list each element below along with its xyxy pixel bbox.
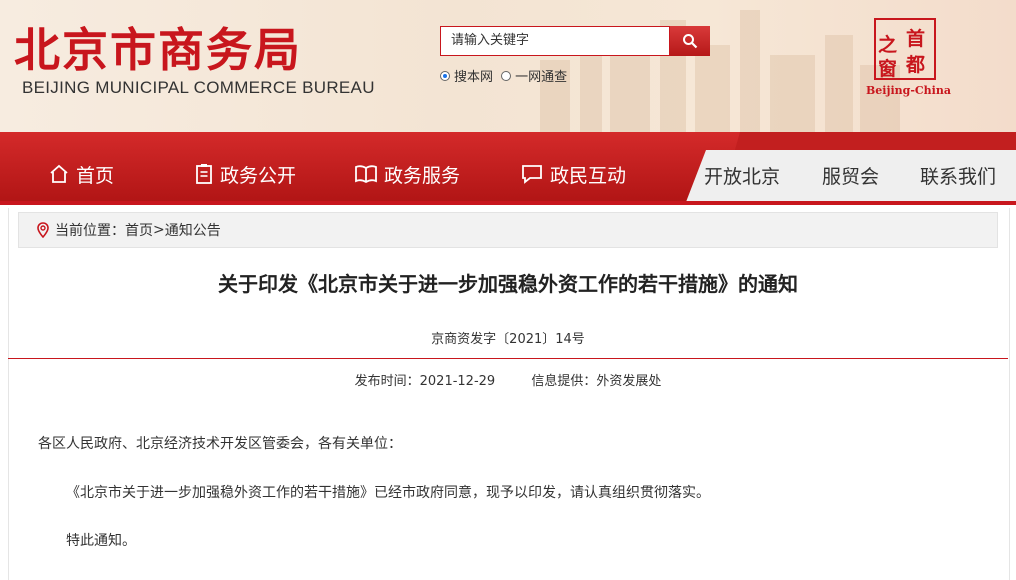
search-button[interactable] (670, 26, 710, 56)
nav-underline (0, 201, 1016, 205)
site-header: 北京市商务局 BEIJING MUNICIPAL COMMERCE BUREAU… (0, 0, 1016, 132)
nav-contact-us[interactable]: 联系我们 (920, 162, 996, 189)
search-icon (683, 34, 698, 49)
skyline-decoration (540, 10, 900, 132)
scope-site-radio[interactable]: 搜本网 (440, 66, 493, 85)
clipboard-icon (196, 164, 212, 184)
nav-gov-affairs[interactable]: 政务公开 (194, 154, 296, 194)
scope-all-label: 一网通查 (515, 70, 568, 85)
article-meta: 发布时间：2021-12-29 信息提供：外资发展处 (0, 370, 1016, 389)
badge-char: 首 (906, 28, 926, 50)
breadcrumb-separator: > (153, 222, 165, 238)
breadcrumb-home[interactable]: 首页 (125, 220, 153, 240)
article-paragraph: 《北京市关于进一步加强稳外资工作的若干措施》已经市政府同意，现予以印发，请认真组… (66, 485, 710, 501)
content-panel (8, 208, 1010, 580)
breadcrumb-prefix: 当前位置： (55, 223, 125, 239)
nav-gov-services-label: 政务服务 (384, 164, 461, 187)
badge-char: 之 (878, 34, 898, 56)
book-icon (355, 165, 377, 184)
nav-interaction[interactable]: 政民互动 (520, 154, 626, 194)
badge-char: 窗 (878, 58, 898, 80)
capital-window-badge[interactable]: 首 都 之 窗 Beijing-China (866, 18, 951, 100)
article-title: 关于印发《北京市关于进一步加强稳外资工作的若干措施》的通知 (218, 272, 798, 296)
nav-gov-services[interactable]: 政务服务 (354, 154, 460, 194)
breadcrumb-current[interactable]: 通知公告 (165, 220, 221, 240)
nav-gov-affairs-label: 政务公开 (220, 164, 297, 187)
location-pin-icon (37, 222, 49, 238)
article-paragraph: 特此通知。 (66, 533, 136, 549)
nav-ciftis[interactable]: 服贸会 (822, 162, 879, 189)
nav-open-beijing[interactable]: 开放北京 (704, 162, 780, 189)
title-divider (8, 358, 1008, 359)
nav-home-label: 首页 (76, 164, 115, 187)
nav-interaction-label: 政民互动 (550, 164, 627, 187)
scope-all-radio[interactable]: 一网通查 (501, 66, 567, 85)
search-input[interactable]: 请输入关键字 (440, 26, 670, 56)
badge-char: 都 (906, 54, 926, 76)
scope-site-label: 搜本网 (454, 70, 494, 85)
main-nav: 首页 政务公开 政务服务 政民互动 开放北京 服贸会 联系我们 (0, 132, 1016, 202)
info-source: 信息提供：外资发展处 (531, 374, 662, 389)
site-logo-cn[interactable]: 北京市商务局 (14, 14, 302, 80)
search-scope: 搜本网 一网通查 (440, 66, 571, 85)
chat-icon (522, 165, 542, 184)
home-icon (50, 164, 68, 183)
breadcrumb: 当前位置： 首页 > 通知公告 (18, 212, 998, 248)
radio-selected-icon (440, 70, 450, 81)
site-logo-en: BEIJING MUNICIPAL COMMERCE BUREAU (22, 78, 375, 97)
badge-en: Beijing-China (866, 84, 951, 97)
nav-home[interactable]: 首页 (48, 154, 114, 194)
publish-date: 发布时间：2021-12-29 (354, 374, 496, 389)
article-paragraph: 各区人民政府、北京经济技术开发区管委会，各有关单位： (38, 436, 402, 452)
radio-unselected-icon (501, 70, 512, 81)
document-number: 京商资发字〔2021〕14号 (431, 332, 585, 347)
